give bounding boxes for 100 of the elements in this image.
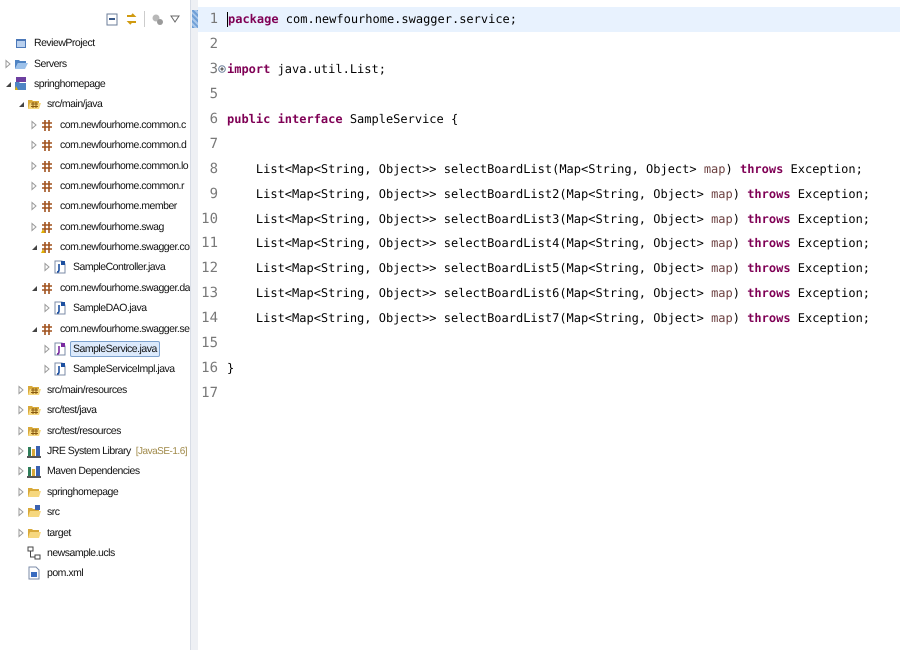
fold-expand-icon[interactable] [218, 65, 226, 74]
code-text: List<Map<String, Object>> selectBoardList4(Map<String, Object> map) throws Exception; [254, 236, 870, 250]
line-number: 14 [200, 310, 218, 326]
collapsed-arrow-icon[interactable] [42, 262, 52, 272]
collapsed-arrow-icon[interactable] [16, 528, 26, 538]
collapsed-arrow-icon[interactable] [16, 384, 26, 395]
collapsed-arrow-icon[interactable] [29, 180, 39, 191]
collapsed-arrow-icon[interactable] [16, 507, 26, 518]
tree-item[interactable]: JRE System Library [44, 443, 134, 459]
collapsed-arrow-icon[interactable] [42, 364, 52, 374]
code-text: List<Map<String, Object>> selectBoardList6(Map<String, Object> map) throws Exception; [254, 286, 870, 300]
maven-project-icon [14, 76, 28, 91]
tree-item[interactable]: springhomepage [44, 484, 122, 500]
collapsed-arrow-icon[interactable] [16, 446, 26, 456]
tree-item[interactable]: com.newfourhome.member [57, 198, 180, 214]
tree-item[interactable]: com.newfourhome.swagger.co [57, 239, 190, 256]
xml-icon [27, 566, 41, 580]
tree-item[interactable]: com.newfourhome.common.r [57, 178, 187, 194]
collapsed-arrow-icon[interactable] [16, 486, 26, 497]
tree-item[interactable]: src/main/java [44, 96, 106, 112]
package-icon [40, 158, 54, 173]
package-warn-icon [40, 240, 54, 254]
code-text: import java.util.List; [226, 62, 386, 76]
tree-item[interactable]: SampleServiceImpl.java [70, 361, 178, 378]
collapsed-arrow-icon[interactable] [42, 344, 52, 354]
view-menu-icon[interactable] [170, 14, 180, 24]
collapsed-arrow-icon[interactable] [29, 201, 39, 212]
diagram-icon [27, 546, 41, 560]
package-icon [40, 322, 54, 336]
tree-item[interactable]: src [44, 504, 62, 520]
package-icon [40, 138, 54, 152]
java-class-icon [53, 362, 67, 376]
line-number: 17 [200, 384, 218, 401]
line-number: 15 [200, 335, 218, 352]
line-number: 8 [208, 160, 218, 177]
java-interface-icon [53, 342, 67, 356]
package-warn-icon [40, 220, 54, 234]
collapse-all-icon[interactable] [106, 12, 119, 26]
source-folder-icon [27, 97, 41, 112]
code-text: List<Map<String, Object>> selectBoardList5(Map<String, Object> map) throws Exception; [254, 261, 870, 276]
tree-item[interactable]: newsample.ucls [44, 544, 118, 561]
source-folder-icon [27, 403, 41, 418]
line-number: 11 [200, 235, 218, 252]
project-icon [14, 36, 28, 50]
collapsed-arrow-icon[interactable] [3, 58, 13, 69]
library-icon [27, 464, 41, 478]
tree-item[interactable]: SampleService.java [70, 341, 160, 358]
code-text: List<Map<String, Object>> selectBoardList(Map<String, Object> map) throws Exception; [254, 162, 863, 176]
link-arrows-icon[interactable] [125, 12, 138, 26]
tree-item[interactable]: src/test/resources [44, 422, 124, 439]
java-class-icon [53, 260, 67, 274]
tree-item[interactable]: SampleDAO.java [70, 300, 150, 316]
tree-item[interactable]: ReviewProject [31, 35, 98, 52]
line-number: 6 [208, 111, 218, 127]
tree-item[interactable]: springhomepage [31, 76, 108, 92]
line-number: 5 [208, 86, 218, 102]
tree-item[interactable]: Maven Dependencies [44, 463, 143, 480]
line-number: 7 [208, 136, 218, 152]
code-text: package com.newfourhome.swagger.service; [226, 12, 517, 28]
collapsed-arrow-icon[interactable] [29, 140, 39, 150]
tree-item[interactable]: src/test/java [44, 402, 100, 418]
line-number: 16 [200, 360, 218, 376]
tree-item[interactable]: com.newfourhome.common.d [57, 137, 190, 154]
collapsed-arrow-icon[interactable] [29, 160, 39, 171]
package-icon [40, 118, 54, 132]
collapsed-arrow-icon[interactable] [29, 120, 39, 130]
collapsed-arrow-icon[interactable] [29, 222, 39, 232]
tree-item[interactable]: com.newfourhome.swagger.da [57, 280, 190, 296]
line-number: 10 [200, 210, 218, 227]
tree-item[interactable]: com.newfourhome.common.c [57, 116, 189, 133]
tree-item[interactable]: src/main/resources [44, 382, 130, 398]
tree-item[interactable]: com.newfourhome.common.lo [57, 158, 190, 174]
library-icon [27, 444, 41, 458]
collapsed-arrow-icon[interactable] [42, 303, 52, 314]
package-icon [40, 178, 54, 193]
tree-item[interactable]: com.newfourhome.swag [57, 218, 167, 235]
tree-item[interactable]: pom.xml [44, 565, 86, 582]
package-icon [40, 280, 54, 295]
line-number: 12 [200, 260, 218, 276]
code-text: List<Map<String, Object>> selectBoardList7(Map<String, Object> map) throws Exception; [254, 311, 870, 326]
java-class-icon [53, 301, 67, 316]
package-icon [40, 199, 54, 214]
collapsed-arrow-icon[interactable] [16, 405, 26, 416]
tree-item-decoration: [JavaSE-1.6] [136, 446, 188, 456]
code-text: public interface SampleService { [226, 112, 458, 126]
line-number: 9 [208, 186, 218, 202]
line-number: 1 [208, 11, 218, 28]
tree-item[interactable]: Servers [31, 56, 70, 72]
line-number: 13 [200, 285, 218, 302]
tree-item[interactable]: target [44, 524, 74, 541]
code-text: } [226, 360, 234, 375]
collapsed-arrow-icon[interactable] [16, 466, 26, 476]
line-number: 2 [208, 36, 218, 52]
line-number: 3 [208, 61, 218, 78]
java-folder-icon [27, 505, 41, 520]
tree-item[interactable]: com.newfourhome.swagger.se [57, 320, 190, 337]
collapsed-arrow-icon[interactable] [16, 426, 26, 436]
code-text: List<Map<String, Object>> selectBoardList2(Map<String, Object> map) throws Exception; [254, 186, 870, 201]
code-text: List<Map<String, Object>> selectBoardList3(Map<String, Object> map) throws Exception; [254, 212, 870, 226]
tree-item[interactable]: SampleController.java [70, 259, 168, 276]
